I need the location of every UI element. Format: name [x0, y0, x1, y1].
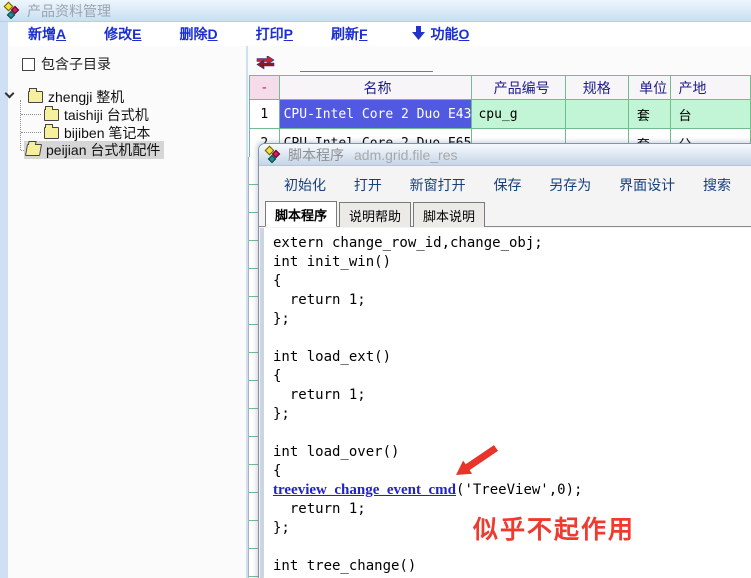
grid-header-row[interactable]: - 名称 产品编号 规格 单位 产地 — [250, 76, 751, 100]
tab-script-description[interactable]: 脚本说明 — [413, 202, 485, 227]
script-editor-window[interactable]: 脚本程序 adm.grid.file_res 初始化 打开 新窗打开 保存 另存… — [258, 143, 751, 578]
script-app-icon — [265, 146, 282, 163]
menu-edit[interactable]: 修改E — [104, 24, 141, 44]
menu-open[interactable]: 打开 — [354, 175, 382, 195]
folder-icon — [28, 91, 43, 103]
col-header-code[interactable]: 产品编号 — [472, 76, 565, 100]
menu-open-new-window[interactable]: 新窗打开 — [410, 175, 466, 195]
script-tabbar: 脚本程序 说明帮助 脚本说明 — [259, 204, 751, 227]
row1-origin[interactable]: 台 — [670, 100, 750, 129]
row1-unit[interactable]: 套 — [628, 100, 670, 129]
script-menubar: 初始化 打开 新窗打开 保存 另存为 界面设计 搜索 — [259, 166, 751, 204]
tree-node-peijian-selected[interactable]: peijian 台式机配件 — [24, 141, 164, 159]
script-window-title: 脚本程序 — [288, 145, 344, 165]
tree-connector-vertical — [20, 100, 21, 150]
tab-script-program[interactable]: 脚本程序 — [265, 201, 337, 227]
col-header-unit[interactable]: 单位 — [628, 76, 670, 100]
col-header-name[interactable]: 名称 — [279, 76, 472, 100]
include-subdir-row[interactable]: 包含子目录 — [22, 54, 111, 74]
main-menubar: 新增A 修改E 删除D 打印P 刷新F 功能O — [8, 22, 751, 46]
code-function-link[interactable]: treeview_change_event_cmd — [273, 482, 456, 498]
include-subdir-checkbox[interactable] — [22, 58, 35, 71]
row1-name-selected-cell[interactable]: CPU-Intel Core 2 Duo E43 — [279, 100, 472, 129]
menu-delete[interactable]: 删除D — [179, 24, 217, 44]
include-subdir-label: 包含子目录 — [41, 54, 111, 74]
col-header-origin[interactable]: 产地 — [670, 76, 750, 100]
annotation-arrow-icon — [451, 443, 503, 486]
menu-search[interactable]: 搜索 — [703, 175, 731, 195]
swap-rows-icon[interactable] — [256, 56, 275, 75]
menu-function[interactable]: 功能O — [431, 24, 470, 44]
annotation-text: 似乎不起作用 — [473, 510, 635, 546]
menu-refresh[interactable]: 刷新F — [331, 24, 368, 44]
open-folder-icon — [25, 144, 42, 156]
row1-num[interactable]: 1 — [250, 100, 280, 129]
folder-icon — [44, 109, 59, 121]
row1-code[interactable]: cpu_g — [472, 100, 565, 129]
menu-save-as[interactable]: 另存为 — [549, 175, 591, 195]
quick-filter-input[interactable] — [300, 56, 433, 72]
main-window-title: 产品资料管理 — [27, 1, 111, 21]
tree-node-taishiji[interactable]: taishiji 台式机 — [44, 106, 149, 124]
script-window-subtitle: adm.grid.file_res — [354, 147, 458, 163]
tab-help[interactable]: 说明帮助 — [339, 202, 411, 227]
menu-print[interactable]: 打印P — [256, 24, 293, 44]
row1-spec[interactable] — [565, 100, 628, 129]
tree-connector-h2 — [21, 132, 41, 133]
menu-ui-design[interactable]: 界面设计 — [619, 175, 675, 195]
code-after: return 1; }; int tree_change() { — [273, 501, 416, 578]
app-icon — [4, 2, 21, 19]
col-header-spec[interactable]: 规格 — [565, 76, 628, 100]
folder-icon — [44, 127, 59, 139]
menu-new[interactable]: 新增A — [28, 24, 66, 44]
script-window-titlebar[interactable]: 脚本程序 adm.grid.file_res — [259, 144, 751, 166]
tree-node-zhengji[interactable]: zhengji 整机 — [28, 88, 124, 106]
function-down-arrow-icon — [412, 26, 425, 43]
main-titlebar: 产品资料管理 — [0, 0, 751, 22]
menu-init[interactable]: 初始化 — [284, 175, 326, 195]
tree-connector-h1 — [21, 114, 41, 115]
table-row[interactable]: 1 CPU-Intel Core 2 Duo E43 cpu_g 套 台 — [250, 100, 751, 129]
window-left-border — [0, 22, 8, 578]
menu-save[interactable]: 保存 — [493, 175, 521, 195]
col-header-num[interactable]: - — [250, 76, 280, 100]
